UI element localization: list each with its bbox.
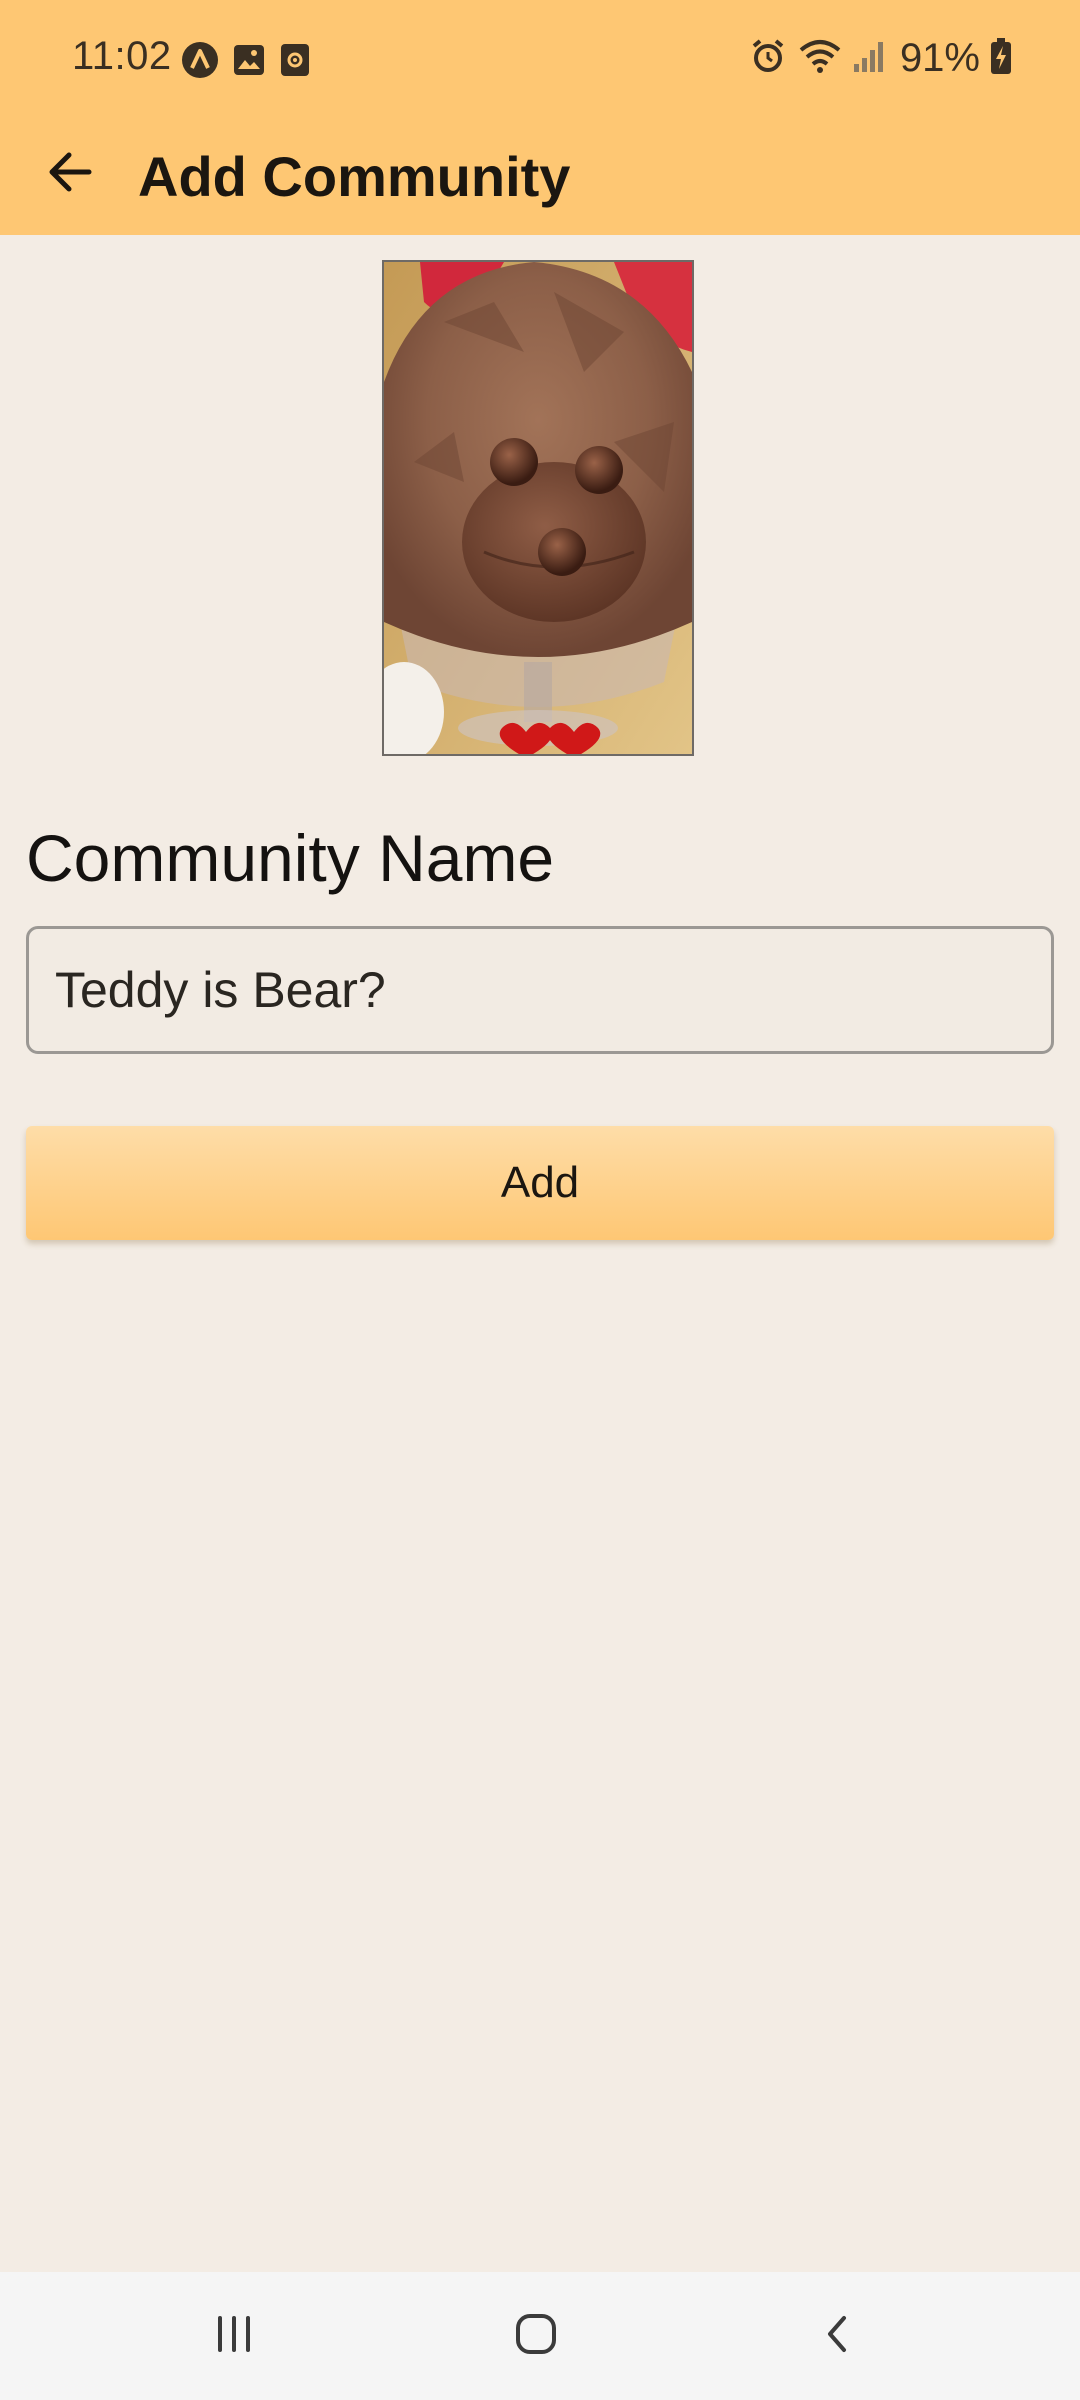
recents-button[interactable]	[184, 2296, 284, 2376]
community-name-label: Community Name	[26, 821, 555, 895]
status-icons-left	[180, 40, 312, 85]
wifi-icon	[798, 36, 842, 81]
system-nav-bar	[0, 2272, 1080, 2400]
add-button[interactable]: Add	[26, 1126, 1054, 1240]
header: 11:02 91% Add Community	[0, 0, 1080, 235]
status-time: 11:02	[72, 34, 172, 78]
nav-back-button[interactable]	[788, 2296, 888, 2376]
home-button[interactable]	[486, 2296, 586, 2376]
screen-record-icon	[278, 41, 312, 84]
page-title: Add Community	[138, 145, 571, 208]
dessert-photo	[384, 262, 692, 754]
signal-icon	[852, 36, 886, 81]
battery-charging-icon	[990, 36, 1012, 81]
status-icons-right: 91%	[748, 36, 1012, 81]
add-community-screen: 11:02 91% Add Community Community Name T…	[0, 0, 1080, 2400]
back-icon	[816, 2312, 860, 2361]
community-image[interactable]	[382, 260, 694, 756]
gallery-icon	[230, 41, 268, 84]
community-name-input[interactable]	[26, 926, 1054, 1054]
back-button[interactable]	[30, 134, 110, 214]
battery-percent: 91%	[899, 36, 980, 80]
home-icon	[512, 2310, 560, 2363]
a-circle-icon	[180, 40, 220, 85]
status-bar: 11:02 91%	[0, 0, 1080, 118]
alarm-icon	[748, 36, 788, 81]
app-bar: Add Community	[0, 118, 1080, 235]
arrow-left-icon	[45, 147, 95, 202]
recents-icon	[212, 2312, 256, 2361]
